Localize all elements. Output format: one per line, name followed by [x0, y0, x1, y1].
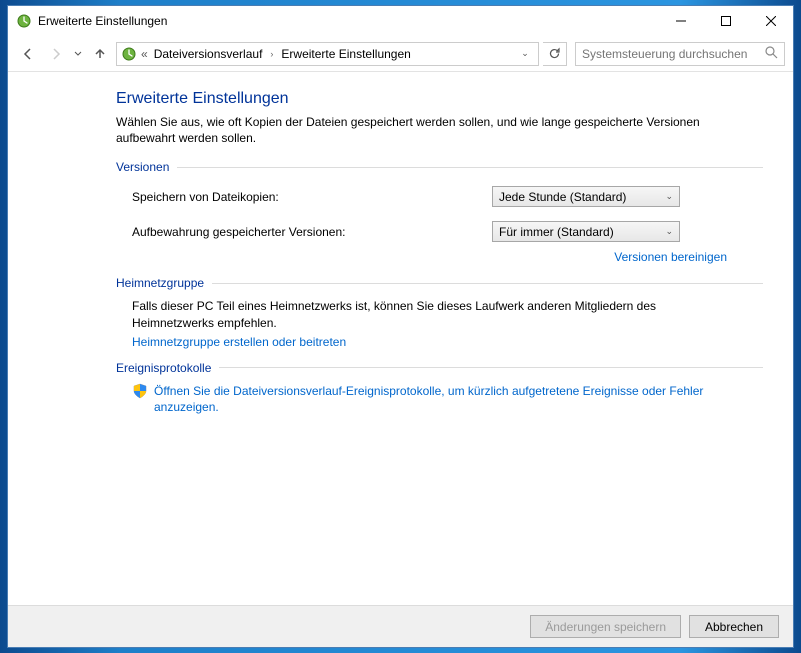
section-eventlogs: Ereignisprotokolle Öffnen Sie die Dateiv…: [116, 361, 763, 415]
chevron-down-icon: [74, 50, 82, 58]
save-frequency-select[interactable]: Jede Stunde (Standard) ⌄: [492, 186, 680, 207]
close-icon: [766, 16, 776, 26]
cancel-button[interactable]: Abbrechen: [689, 615, 779, 638]
shield-icon: [132, 383, 148, 399]
section-header: Ereignisprotokolle: [116, 361, 763, 375]
chevron-down-icon: ⌄: [665, 191, 673, 202]
titlebar: Erweiterte Einstellungen: [8, 6, 793, 36]
arrow-left-icon: [21, 47, 35, 61]
breadcrumb-item[interactable]: Erweiterte Einstellungen: [279, 45, 412, 63]
maximize-button[interactable]: [703, 6, 748, 35]
breadcrumb[interactable]: « Dateiversionsverlauf › Erweiterte Eins…: [116, 42, 539, 66]
close-button[interactable]: [748, 6, 793, 35]
save-frequency-label: Speichern von Dateikopien:: [132, 190, 492, 204]
nav-row: « Dateiversionsverlauf › Erweiterte Eins…: [8, 36, 793, 72]
homegroup-link[interactable]: Heimnetzgruppe erstellen oder beitreten: [132, 335, 346, 349]
keep-versions-row: Aufbewahrung gespeicherter Versionen: Fü…: [116, 217, 763, 252]
arrow-right-icon: [49, 47, 63, 61]
search-input[interactable]: [582, 47, 761, 61]
save-button[interactable]: Änderungen speichern: [530, 615, 681, 638]
section-header: Versionen: [116, 160, 763, 174]
footer: Änderungen speichern Abbrechen: [8, 605, 793, 647]
search-box[interactable]: [575, 42, 785, 66]
divider: [212, 283, 763, 284]
section-homegroup: Heimnetzgruppe Falls dieser PC Teil eine…: [116, 276, 763, 348]
section-label: Versionen: [116, 160, 169, 174]
search-icon: [765, 46, 778, 62]
breadcrumb-item[interactable]: Dateiversionsverlauf: [152, 45, 265, 63]
section-label: Heimnetzgruppe: [116, 276, 204, 290]
section-label: Ereignisprotokolle: [116, 361, 211, 375]
arrow-up-icon: [93, 47, 107, 61]
page-description: Wählen Sie aus, wie oft Kopien der Datei…: [116, 114, 756, 146]
cleanup-versions-link[interactable]: Versionen bereinigen: [614, 250, 727, 264]
page-title: Erweiterte Einstellungen: [116, 90, 763, 108]
content-area: Erweiterte Einstellungen Wählen Sie aus,…: [8, 72, 793, 605]
breadcrumb-prefix: «: [141, 47, 148, 61]
eventlog-row: Öffnen Sie die Dateiversionsverlauf-Erei…: [116, 383, 736, 415]
app-icon: [16, 13, 32, 29]
section-versions: Versionen Speichern von Dateikopien: Jed…: [116, 160, 763, 264]
window: Erweiterte Einstellungen: [7, 5, 794, 648]
chevron-right-icon: ›: [270, 49, 273, 59]
save-frequency-row: Speichern von Dateikopien: Jede Stunde (…: [116, 182, 763, 217]
back-button[interactable]: [16, 42, 40, 66]
keep-versions-select[interactable]: Für immer (Standard) ⌄: [492, 221, 680, 242]
refresh-button[interactable]: [543, 42, 567, 66]
breadcrumb-dropdown[interactable]: ⌄: [516, 48, 534, 59]
cleanup-row: Versionen bereinigen: [116, 250, 763, 264]
refresh-icon: [548, 47, 561, 60]
select-value: Jede Stunde (Standard): [499, 190, 626, 204]
divider: [219, 367, 763, 368]
breadcrumb-icon: [121, 46, 137, 62]
select-value: Für immer (Standard): [499, 225, 614, 239]
homegroup-text: Falls dieser PC Teil eines Heimnetzwerks…: [116, 298, 736, 330]
window-title: Erweiterte Einstellungen: [38, 14, 658, 28]
keep-versions-label: Aufbewahrung gespeicherter Versionen:: [132, 225, 492, 239]
forward-button[interactable]: [44, 42, 68, 66]
eventlog-link[interactable]: Öffnen Sie die Dateiversionsverlauf-Erei…: [154, 383, 736, 415]
minimize-icon: [676, 16, 686, 26]
recent-dropdown[interactable]: [72, 42, 84, 66]
divider: [177, 167, 763, 168]
maximize-icon: [721, 16, 731, 26]
minimize-button[interactable]: [658, 6, 703, 35]
section-header: Heimnetzgruppe: [116, 276, 763, 290]
chevron-down-icon: ⌄: [665, 226, 673, 237]
window-controls: [658, 6, 793, 36]
up-button[interactable]: [88, 42, 112, 66]
